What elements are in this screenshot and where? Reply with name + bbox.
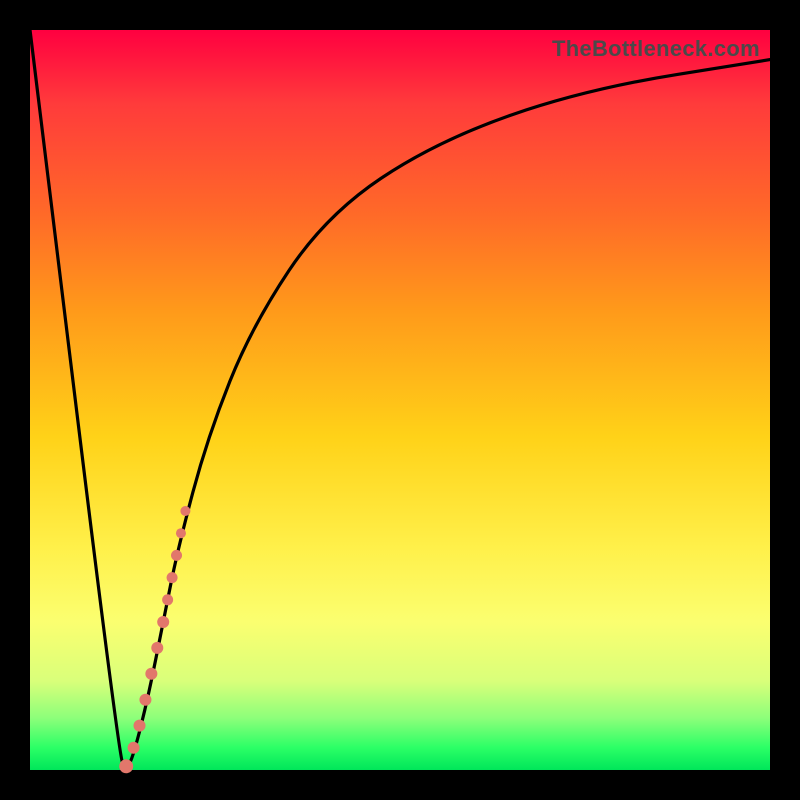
highlight-dot (134, 720, 146, 732)
highlight-dot (139, 694, 151, 706)
chart-frame: TheBottleneck.com (0, 0, 800, 800)
highlight-dot (145, 668, 157, 680)
highlight-dot (167, 572, 178, 583)
chart-svg (30, 30, 770, 770)
highlight-dot (180, 506, 190, 516)
highlight-dot (171, 550, 182, 561)
highlight-dot (157, 616, 169, 628)
highlight-dot (119, 759, 133, 773)
highlight-dot (128, 742, 140, 754)
highlight-dot (151, 642, 163, 654)
highlight-dot (176, 528, 186, 538)
bottleneck-curve (30, 30, 770, 766)
highlight-dot (162, 594, 173, 605)
plot-area: TheBottleneck.com (30, 30, 770, 770)
